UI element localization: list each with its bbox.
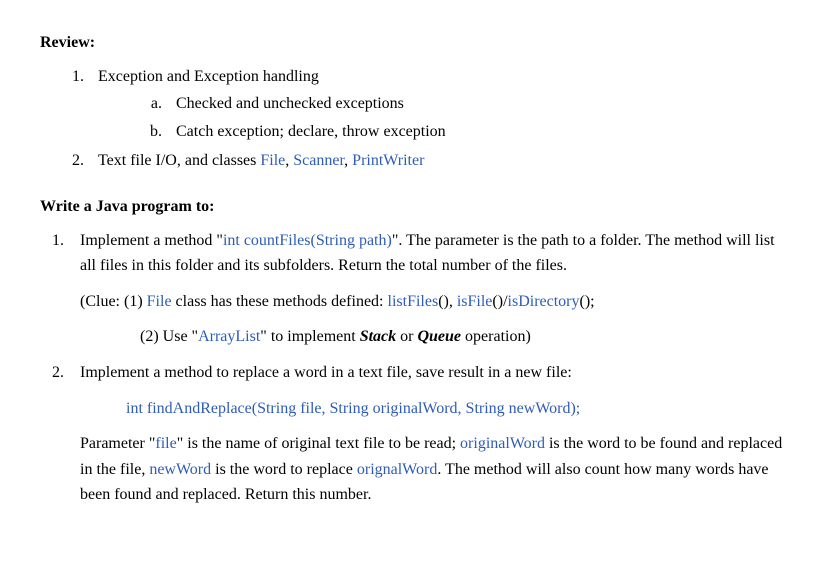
keyword-stack: Stack [360, 328, 396, 345]
text: ()/ [492, 293, 507, 310]
sep: , [344, 152, 352, 169]
review-sublist-1: Checked and unchecked exceptions Catch e… [98, 91, 792, 144]
task-2: Implement a method to replace a word in … [68, 360, 792, 508]
task-1-clue-2: (2) Use "ArrayList" to implement Stack o… [80, 324, 792, 350]
text: " to implement [260, 328, 359, 345]
keyword-file: File [147, 293, 172, 310]
text: class has these methods defined: [172, 293, 388, 310]
method-signature: int countFiles(String path) [223, 232, 392, 249]
task-1: Implement a method "int countFiles(Strin… [68, 228, 792, 350]
review-item-2: Text file I/O, and classes File, Scanner… [88, 148, 792, 174]
review-heading: Review: [40, 30, 792, 56]
task-2-method-signature: int findAndReplace(String file, String o… [80, 396, 792, 422]
review-item-2-prefix: Text file I/O, and classes [98, 152, 260, 169]
task-2-paragraph-2: Parameter "file" is the name of original… [80, 431, 792, 508]
text: Parameter " [80, 435, 155, 452]
keyword-printwriter: PrintWriter [352, 152, 424, 169]
method-isdirectory: isDirectory [508, 293, 580, 310]
task-1-clue-1: (Clue: (1) File class has these methods … [80, 289, 792, 315]
keyword-arraylist: ArrayList [198, 328, 260, 345]
review-item-1a: Checked and unchecked exceptions [166, 91, 792, 117]
param-orignalword: orignalWord [357, 461, 437, 478]
param-originalword: originalWord [460, 435, 545, 452]
program-heading: Write a Java program to: [40, 194, 792, 220]
method-listfiles: listFiles [388, 293, 439, 310]
text: operation) [461, 328, 531, 345]
task-1-paragraph-1: Implement a method "int countFiles(Strin… [80, 228, 792, 279]
task-2-paragraph-1: Implement a method to replace a word in … [80, 360, 792, 386]
text: (); [580, 293, 595, 310]
keyword-file: File [260, 152, 285, 169]
text: or [396, 328, 417, 345]
method-isfile: isFile [457, 293, 493, 310]
keyword-queue: Queue [417, 328, 461, 345]
text: (Clue: (1) [80, 293, 147, 310]
text: (2) Use " [140, 328, 198, 345]
text: is the word to replace [211, 461, 357, 478]
review-list: Exception and Exception handling Checked… [40, 64, 792, 174]
text: Implement a method " [80, 232, 223, 249]
param-file: file [155, 435, 176, 452]
review-item-1: Exception and Exception handling Checked… [88, 64, 792, 145]
review-item-1b: Catch exception; declare, throw exceptio… [166, 119, 792, 145]
review-item-1-text: Exception and Exception handling [98, 68, 319, 85]
task-list: Implement a method "int countFiles(Strin… [40, 228, 792, 508]
param-newword: newWord [149, 461, 211, 478]
keyword-scanner: Scanner [293, 152, 344, 169]
text: (), [438, 293, 457, 310]
text: " is the name of original text file to b… [177, 435, 460, 452]
